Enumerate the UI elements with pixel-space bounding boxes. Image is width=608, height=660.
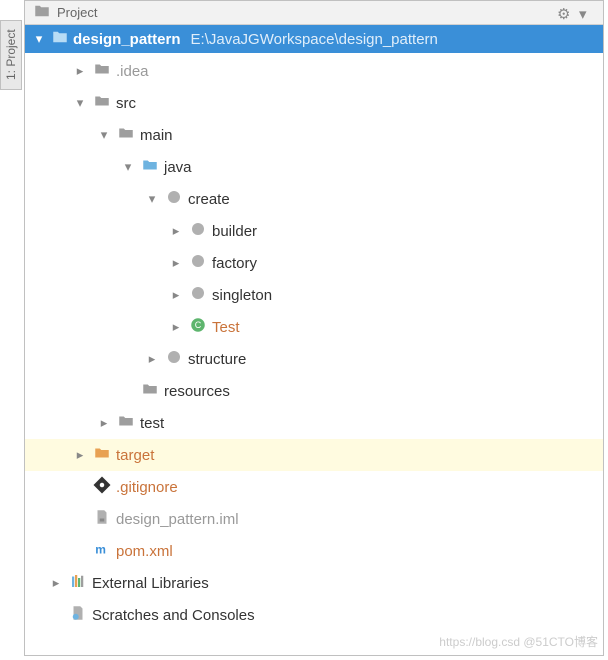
module-icon	[51, 28, 69, 50]
tree-item-java[interactable]: ▾ java	[25, 151, 603, 183]
chevron-right-icon[interactable]: ▸	[168, 255, 184, 271]
chevron-right-icon[interactable]: ▸	[72, 63, 88, 79]
tree-item-label: factory	[212, 255, 257, 272]
package-icon	[189, 284, 207, 306]
collapse-icon[interactable]: ▾	[579, 5, 595, 21]
chevron-right-icon[interactable]: ▸	[144, 351, 160, 367]
tree-item-label: pom.xml	[116, 543, 173, 560]
tree-item-label: main	[140, 127, 173, 144]
tree-item-create[interactable]: ▾ create	[25, 183, 603, 215]
tree-item-external-libraries[interactable]: ▸ External Libraries	[25, 567, 603, 599]
tree-item-label: External Libraries	[92, 575, 209, 592]
project-toolbar: Project ⚙ ▾	[25, 1, 603, 25]
tree-item-label: .gitignore	[116, 479, 178, 496]
tree-item-label: resources	[164, 383, 230, 400]
root-path: E:\JavaJGWorkspace\design_pattern	[191, 31, 438, 48]
tree-item-builder[interactable]: ▸ builder	[25, 215, 603, 247]
folder-icon	[33, 2, 51, 24]
tree-item-label: Test	[212, 319, 240, 336]
tree-item-label: singleton	[212, 287, 272, 304]
tree-item-label: structure	[188, 351, 246, 368]
package-icon	[189, 220, 207, 242]
chevron-right-icon[interactable]: ▸	[48, 575, 64, 591]
folder-blue-icon	[141, 156, 159, 178]
package-icon	[165, 348, 183, 370]
chevron-down-icon[interactable]: ▾	[144, 191, 160, 207]
tree-item-pom-xml[interactable]: ▸mpom.xml	[25, 535, 603, 567]
tree-item-label: create	[188, 191, 230, 208]
package-icon	[165, 188, 183, 210]
chevron-down-icon[interactable]: ▾	[72, 95, 88, 111]
tree-item-label: builder	[212, 223, 257, 240]
maven-icon: m	[93, 540, 111, 562]
gitignore-icon	[93, 476, 111, 498]
project-root-row[interactable]: ▾ design_pattern E:\JavaJGWorkspace\desi…	[25, 25, 603, 53]
tree-item-factory[interactable]: ▸ factory	[25, 247, 603, 279]
svg-text:m: m	[95, 543, 106, 557]
tree-item-label: design_pattern.iml	[116, 511, 239, 528]
folder-orange-icon	[93, 444, 111, 466]
tree-item--gitignore[interactable]: ▸.gitignore	[25, 471, 603, 503]
tree-item-src[interactable]: ▾ src	[25, 87, 603, 119]
chevron-right-icon[interactable]: ▸	[168, 319, 184, 335]
tree-item-design-pattern-iml[interactable]: ▸design_pattern.iml	[25, 503, 603, 535]
chevron-right-icon[interactable]: ▸	[168, 223, 184, 239]
folder-gray-icon	[117, 412, 135, 434]
tree-item-target[interactable]: ▸ target	[25, 439, 603, 471]
chevron-down-icon[interactable]: ▾	[31, 31, 47, 47]
tree-item--idea[interactable]: ▸ .idea	[25, 55, 603, 87]
tree-item-test[interactable]: ▸ C Test	[25, 311, 603, 343]
tree-item-label: Scratches and Consoles	[92, 607, 255, 624]
tree-item-label: test	[140, 415, 164, 432]
chevron-right-icon[interactable]: ▸	[168, 287, 184, 303]
tree-item-scratches-and-consoles[interactable]: ▸Scratches and Consoles	[25, 599, 603, 631]
tree-item-main[interactable]: ▾ main	[25, 119, 603, 151]
tree-item-singleton[interactable]: ▸ singleton	[25, 279, 603, 311]
scratches-icon	[69, 604, 87, 626]
chevron-down-icon[interactable]: ▾	[96, 127, 112, 143]
folder-gray-icon	[93, 60, 111, 82]
chevron-right-icon[interactable]: ▸	[72, 447, 88, 463]
folder-gray-icon	[93, 92, 111, 114]
class-icon: C	[189, 316, 207, 338]
libraries-icon	[69, 572, 87, 594]
package-icon	[189, 252, 207, 274]
tree-item-label: src	[116, 95, 136, 112]
settings-icon[interactable]: ⚙	[557, 5, 573, 21]
tree-item-label: java	[164, 159, 192, 176]
svg-text:C: C	[195, 320, 202, 330]
project-tree: ▸.idea▾src▾main▾java▾create▸builder▸fact…	[25, 53, 603, 633]
watermark-text: https://blog.csd @51CTO博客	[439, 633, 598, 650]
tree-item-resources[interactable]: ▸resources	[25, 375, 603, 407]
chevron-down-icon[interactable]: ▾	[120, 159, 136, 175]
project-tool-tab[interactable]: 1: Project	[0, 20, 22, 90]
toolbar-title: Project	[57, 5, 551, 20]
project-panel: Project ⚙ ▾ ▾ design_pattern E:\JavaJGWo…	[24, 0, 604, 656]
folder-gray-icon	[141, 380, 159, 402]
chevron-right-icon[interactable]: ▸	[96, 415, 112, 431]
tree-item-structure[interactable]: ▸ structure	[25, 343, 603, 375]
root-name: design_pattern	[73, 31, 181, 48]
tree-item-label: .idea	[116, 63, 149, 80]
iml-icon	[93, 508, 111, 530]
tree-item-label: target	[116, 447, 154, 464]
folder-gray-icon	[117, 124, 135, 146]
tree-item-test[interactable]: ▸ test	[25, 407, 603, 439]
